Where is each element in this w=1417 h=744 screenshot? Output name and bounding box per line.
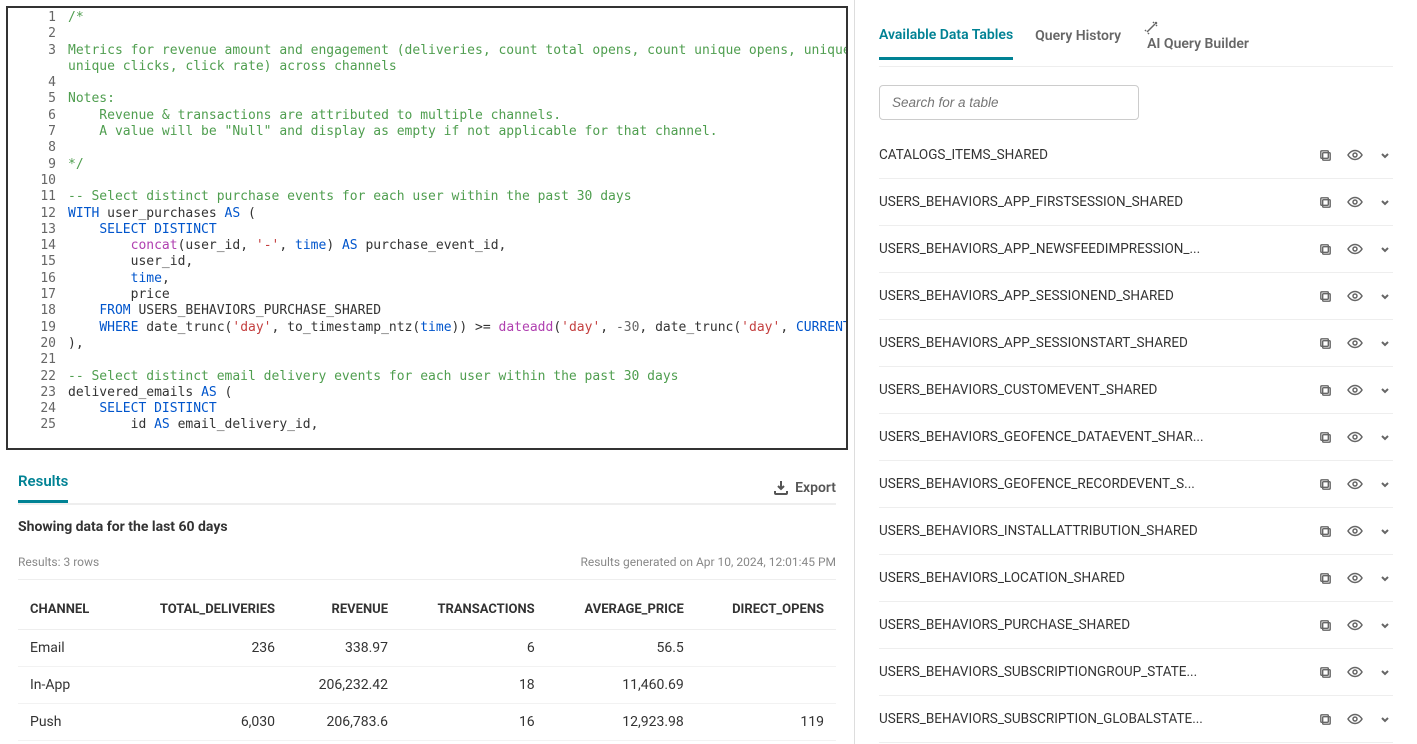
results-count: Results: 3 rows — [18, 555, 99, 569]
copy-icon[interactable] — [1317, 711, 1333, 727]
table-item[interactable]: USERS_BEHAVIORS_SUBSCRIPTION_GLOBALSTATE… — [879, 696, 1393, 743]
col-average_price: AVERAGE_PRICE — [547, 594, 696, 630]
table-item[interactable]: USERS_BEHAVIORS_INSTALLATTRIBUTION_SHARE… — [879, 508, 1393, 555]
results-table: CHANNELTOTAL_DELIVERIESREVENUETRANSACTIO… — [18, 594, 836, 741]
copy-icon[interactable] — [1317, 288, 1333, 304]
results-generated: Results generated on Apr 10, 2024, 12:01… — [580, 555, 836, 569]
copy-icon[interactable] — [1317, 429, 1333, 445]
chevron-down-icon[interactable] — [1377, 429, 1393, 445]
eye-icon[interactable] — [1347, 194, 1363, 210]
eye-icon[interactable] — [1347, 288, 1363, 304]
table-name-label: USERS_BEHAVIORS_SUBSCRIPTION_GLOBALSTATE… — [879, 711, 1317, 727]
table-item[interactable]: USERS_BEHAVIORS_APP_NEWSFEEDIMPRESSION_.… — [879, 226, 1393, 273]
table-item[interactable]: USERS_BEHAVIORS_GEOFENCE_RECORDEVENT_S..… — [879, 461, 1393, 508]
chevron-down-icon[interactable] — [1377, 523, 1393, 539]
table-item[interactable]: USERS_BEHAVIORS_CUSTOMEVENT_SHARED — [879, 367, 1393, 414]
copy-icon[interactable] — [1317, 335, 1333, 351]
table-name-label: USERS_BEHAVIORS_LOCATION_SHARED — [879, 570, 1317, 586]
table-item[interactable]: USERS_BEHAVIORS_APP_SESSIONSTART_SHARED — [879, 320, 1393, 367]
chevron-down-icon[interactable] — [1377, 382, 1393, 398]
table-item[interactable]: USERS_BEHAVIORS_GEOFENCE_DATAEVENT_SHAR.… — [879, 414, 1393, 461]
tab-available-tables[interactable]: Available Data Tables — [879, 27, 1013, 60]
copy-icon[interactable] — [1317, 382, 1333, 398]
export-button[interactable]: Export — [773, 480, 836, 496]
chevron-down-icon[interactable] — [1377, 711, 1393, 727]
copy-icon[interactable] — [1317, 194, 1333, 210]
table-row: Push6,030206,783.61612,923.98119 — [18, 704, 836, 741]
tab-ai-label: AI Query Builder — [1147, 36, 1249, 52]
eye-icon[interactable] — [1347, 476, 1363, 492]
col-revenue: REVENUE — [287, 594, 400, 630]
code-lines[interactable]: /*Metrics for revenue amount and engagem… — [64, 8, 848, 436]
copy-icon[interactable] — [1317, 241, 1333, 257]
sql-editor[interactable]: 1234567891011121314151617181920212223242… — [6, 6, 848, 450]
tab-ai-query-builder[interactable]: AI Query Builder — [1143, 20, 1249, 66]
table-row: Email236338.97656.5 — [18, 630, 836, 667]
chevron-down-icon[interactable] — [1377, 335, 1393, 351]
chevron-down-icon[interactable] — [1377, 570, 1393, 586]
chevron-down-icon[interactable] — [1377, 664, 1393, 680]
table-row: In-App206,232.421811,460.69 — [18, 667, 836, 704]
table-name-label: USERS_BEHAVIORS_APP_SESSIONEND_SHARED — [879, 288, 1317, 304]
eye-icon[interactable] — [1347, 711, 1363, 727]
table-item[interactable]: USERS_BEHAVIORS_LOCATION_SHARED — [879, 555, 1393, 602]
chevron-down-icon[interactable] — [1377, 476, 1393, 492]
table-name-label: USERS_BEHAVIORS_APP_FIRSTSESSION_SHARED — [879, 194, 1317, 210]
download-icon — [773, 480, 789, 496]
results-subtitle: Showing data for the last 60 days — [18, 519, 836, 535]
table-item[interactable]: USERS_BEHAVIORS_SUBSCRIPTIONGROUP_STATE.… — [879, 649, 1393, 696]
eye-icon[interactable] — [1347, 147, 1363, 163]
table-list: CATALOGS_ITEMS_SHARED USERS_BEHAVIORS_APP… — [879, 132, 1393, 743]
copy-icon[interactable] — [1317, 617, 1333, 633]
eye-icon[interactable] — [1347, 523, 1363, 539]
copy-icon[interactable] — [1317, 570, 1333, 586]
table-search-input[interactable] — [879, 85, 1139, 120]
sidebar-tabs: Available Data Tables Query History AI Q… — [879, 20, 1393, 67]
copy-icon[interactable] — [1317, 664, 1333, 680]
col-total_deliveries: TOTAL_DELIVERIES — [119, 594, 287, 630]
table-item[interactable]: USERS_BEHAVIORS_APP_FIRSTSESSION_SHARED — [879, 179, 1393, 226]
col-channel: CHANNEL — [18, 594, 119, 630]
table-name-label: USERS_BEHAVIORS_CUSTOMEVENT_SHARED — [879, 382, 1317, 398]
eye-icon[interactable] — [1347, 335, 1363, 351]
table-name-label: USERS_BEHAVIORS_INSTALLATTRIBUTION_SHARE… — [879, 523, 1317, 539]
table-name-label: CATALOGS_ITEMS_SHARED — [879, 147, 1317, 163]
tab-query-history[interactable]: Query History — [1035, 28, 1121, 58]
eye-icon[interactable] — [1347, 382, 1363, 398]
line-gutter: 1234567891011121314151617181920212223242… — [8, 8, 64, 436]
chevron-down-icon[interactable] — [1377, 194, 1393, 210]
export-label: Export — [795, 480, 836, 496]
copy-icon[interactable] — [1317, 523, 1333, 539]
table-name-label: USERS_BEHAVIORS_GEOFENCE_DATAEVENT_SHAR.… — [879, 429, 1317, 445]
chevron-down-icon[interactable] — [1377, 288, 1393, 304]
table-name-label: USERS_BEHAVIORS_PURCHASE_SHARED — [879, 617, 1317, 633]
table-name-label: USERS_BEHAVIORS_SUBSCRIPTIONGROUP_STATE.… — [879, 664, 1317, 680]
chevron-down-icon[interactable] — [1377, 241, 1393, 257]
table-item[interactable]: USERS_BEHAVIORS_PURCHASE_SHARED — [879, 602, 1393, 649]
eye-icon[interactable] — [1347, 570, 1363, 586]
table-item[interactable]: USERS_BEHAVIORS_APP_SESSIONEND_SHARED — [879, 273, 1393, 320]
magic-wand-icon — [1143, 20, 1249, 36]
table-name-label: USERS_BEHAVIORS_APP_NEWSFEEDIMPRESSION_.… — [879, 241, 1317, 257]
chevron-down-icon[interactable] — [1377, 617, 1393, 633]
eye-icon[interactable] — [1347, 241, 1363, 257]
table-name-label: USERS_BEHAVIORS_GEOFENCE_RECORDEVENT_S..… — [879, 476, 1317, 492]
table-item[interactable]: CATALOGS_ITEMS_SHARED — [879, 132, 1393, 179]
col-transactions: TRANSACTIONS — [400, 594, 547, 630]
copy-icon[interactable] — [1317, 147, 1333, 163]
eye-icon[interactable] — [1347, 429, 1363, 445]
sidebar-panel: Available Data Tables Query History AI Q… — [855, 0, 1417, 744]
copy-icon[interactable] — [1317, 476, 1333, 492]
col-direct_opens: DIRECT_OPENS — [696, 594, 836, 630]
chevron-down-icon[interactable] — [1377, 147, 1393, 163]
eye-icon[interactable] — [1347, 664, 1363, 680]
results-panel: Results Export Showing data for the last… — [0, 456, 854, 744]
table-name-label: USERS_BEHAVIORS_APP_SESSIONSTART_SHARED — [879, 335, 1317, 351]
results-tab[interactable]: Results — [18, 472, 68, 503]
eye-icon[interactable] — [1347, 617, 1363, 633]
